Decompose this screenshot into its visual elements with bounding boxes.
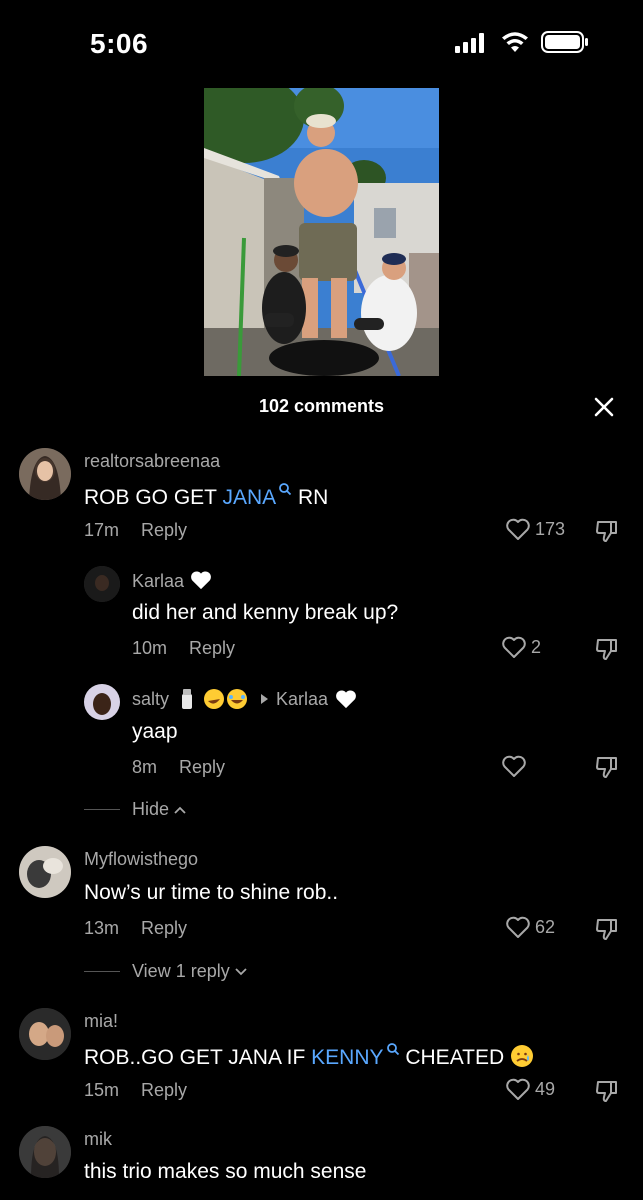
- status-bar: 5:06: [0, 0, 643, 80]
- view-replies-button[interactable]: View 1 reply: [84, 961, 248, 982]
- comment-meta: 10m Reply: [132, 638, 235, 659]
- sad-emoji-icon: [510, 1045, 533, 1067]
- status-time: 5:06: [90, 28, 149, 59]
- heart-icon: [506, 1078, 530, 1100]
- wifi-icon: [502, 32, 528, 52]
- heart-icon: [502, 755, 526, 777]
- hide-replies-button[interactable]: Hide: [84, 799, 187, 820]
- reply-button[interactable]: Reply: [141, 918, 187, 938]
- rofl-emoji-icon: [204, 689, 225, 709]
- comments-count: 102 comments: [258, 396, 385, 416]
- reply-username: salty Karlaa: [132, 688, 358, 710]
- comment-text: this trio makes so much sense: [84, 1160, 367, 1183]
- comment-username[interactable]: Myflowisthego: [84, 849, 198, 870]
- tag-label: KENNY: [311, 1046, 384, 1069]
- comment-text: did her and kenny break up?: [132, 601, 399, 624]
- reply-button[interactable]: Reply: [141, 520, 187, 540]
- joy-emoji-icon: [227, 689, 248, 709]
- reply-to-username[interactable]: Karlaa: [276, 689, 328, 710]
- tag-label: JANA: [222, 486, 277, 509]
- video-thumbnail[interactable]: [204, 88, 439, 376]
- white-heart-icon: [336, 690, 356, 709]
- search-icon: [279, 483, 292, 496]
- comment-username[interactable]: mia!: [84, 1011, 118, 1032]
- close-icon[interactable]: [590, 393, 618, 421]
- chevron-up-icon: [174, 806, 186, 814]
- like-button[interactable]: 2: [501, 635, 541, 659]
- comment-meta: 17m Reply: [84, 520, 187, 541]
- dislike-icon[interactable]: [594, 1078, 620, 1104]
- reply-button[interactable]: Reply: [179, 757, 225, 777]
- comment-time: 17m: [84, 520, 120, 540]
- comment-username[interactable]: mik: [84, 1129, 112, 1150]
- view-replies-label: View 1 reply: [132, 961, 230, 981]
- comment-text: ROB..GO GET JANA IF KENNY CHEATED: [84, 1042, 534, 1070]
- avatar[interactable]: [19, 448, 71, 500]
- heart-icon: [506, 916, 530, 938]
- white-heart-icon: [191, 571, 211, 590]
- username-label: Karlaa: [132, 571, 185, 591]
- avatar[interactable]: [19, 846, 71, 898]
- comment-time: 8m: [132, 757, 158, 777]
- battery-icon: [541, 31, 588, 53]
- reply-button[interactable]: Reply: [189, 638, 235, 658]
- like-button[interactable]: 62: [505, 915, 555, 939]
- reply-button[interactable]: Reply: [141, 1080, 187, 1100]
- search-tag[interactable]: JANA: [222, 483, 292, 509]
- dislike-icon[interactable]: [594, 754, 620, 780]
- like-count: 62: [535, 916, 556, 937]
- avatar[interactable]: [84, 566, 120, 602]
- comment-text: Now’s ur time to shine rob..: [84, 881, 339, 904]
- comment-text-part: ROB..GO GET JANA IF: [84, 1046, 312, 1069]
- heart-icon: [506, 518, 530, 540]
- comment-username[interactable]: realtorsabreenaa: [84, 451, 220, 472]
- signal-icon: [455, 33, 484, 53]
- comment-time: 13m: [84, 918, 120, 938]
- chevron-down-icon: [235, 967, 247, 975]
- reply-arrow-icon: [261, 694, 269, 704]
- like-count: 49: [535, 1078, 556, 1099]
- comment-time: 15m: [84, 1080, 120, 1100]
- comment-text-part: RN: [292, 486, 329, 509]
- like-button[interactable]: 49: [505, 1077, 555, 1101]
- comment-text-part: ROB GO GET: [84, 486, 223, 509]
- reply-username[interactable]: Karlaa: [132, 569, 213, 592]
- hide-label: Hide: [132, 799, 170, 819]
- comment-meta: 13m Reply: [84, 918, 187, 939]
- dislike-icon[interactable]: [594, 636, 620, 662]
- comment-meta: 15m Reply: [84, 1080, 187, 1101]
- divider: [84, 809, 120, 810]
- avatar[interactable]: [84, 684, 120, 720]
- comment-text-part: CHEATED: [399, 1046, 505, 1069]
- divider: [84, 971, 120, 972]
- dislike-icon[interactable]: [594, 518, 620, 544]
- search-tag[interactable]: KENNY: [311, 1043, 399, 1069]
- avatar[interactable]: [19, 1126, 71, 1178]
- like-button[interactable]: 173: [505, 517, 565, 541]
- dislike-icon[interactable]: [594, 916, 620, 942]
- salt-shaker-icon: [182, 689, 193, 709]
- like-button[interactable]: [501, 754, 531, 778]
- like-count: 2: [531, 636, 542, 657]
- video-preview-image: [204, 88, 439, 376]
- comment-meta: 8m Reply: [132, 757, 225, 778]
- username-label[interactable]: salty: [132, 689, 169, 710]
- like-count: 173: [535, 518, 566, 539]
- comment-time: 10m: [132, 638, 168, 658]
- heart-icon: [502, 636, 526, 658]
- search-icon: [386, 1043, 399, 1056]
- avatar[interactable]: [19, 1008, 71, 1060]
- comment-text: ROB GO GET JANA RN: [84, 482, 328, 510]
- comment-text: yaap: [132, 720, 178, 743]
